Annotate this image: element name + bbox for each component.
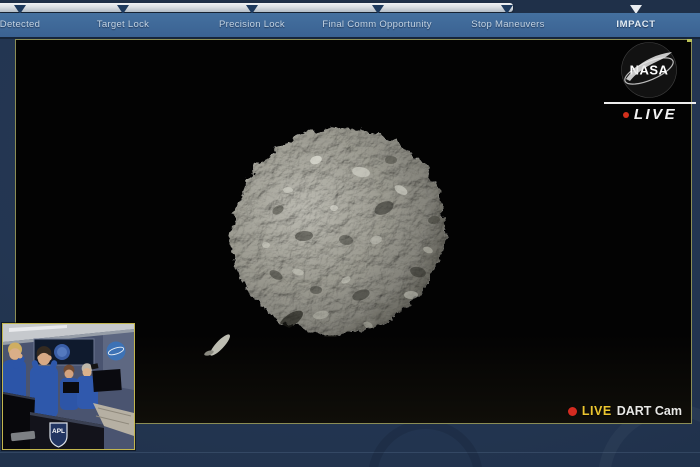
live-badge-text: LIVE <box>634 106 677 123</box>
console-monitor <box>92 369 121 392</box>
milestone-label-precision-lock: Precision Lock <box>219 19 285 30</box>
console-laptop <box>63 382 79 393</box>
milestone-label-final-comm: Final Comm Opportunity <box>322 19 432 30</box>
milestone-label-impact: IMPACT <box>616 19 655 30</box>
apl-shield-text: APL <box>52 428 65 435</box>
nasa-logo: NASA <box>620 41 678 99</box>
milestone-label-stop-maneuvers: Stop Maneuvers <box>471 19 544 30</box>
mission-timeline-labels: Detected Target Lock Precision Lock Fina… <box>0 13 700 39</box>
milestone-label-detected: Detected <box>0 19 40 30</box>
mission-control-pip: APL <box>2 323 135 450</box>
live-dot-icon <box>623 112 629 118</box>
camera-live-label: LIVE <box>582 404 612 418</box>
camera-name-label: DART Cam <box>617 404 682 418</box>
background-watermark-circle <box>368 420 483 467</box>
live-divider <box>604 102 696 104</box>
milestone-label-target-lock: Target Lock <box>97 19 149 30</box>
camera-badge: LIVE DART Cam <box>568 404 682 418</box>
live-badge: LIVE <box>604 106 696 123</box>
apl-shield: APL <box>50 423 67 447</box>
mission-timeline-track <box>0 0 700 13</box>
background-accent-line <box>0 452 700 453</box>
nasa-tv-frame: Detected Target Lock Precision Lock Fina… <box>0 0 700 467</box>
camera-live-dot-icon <box>568 407 577 416</box>
mission-control-scene: APL <box>3 324 134 449</box>
